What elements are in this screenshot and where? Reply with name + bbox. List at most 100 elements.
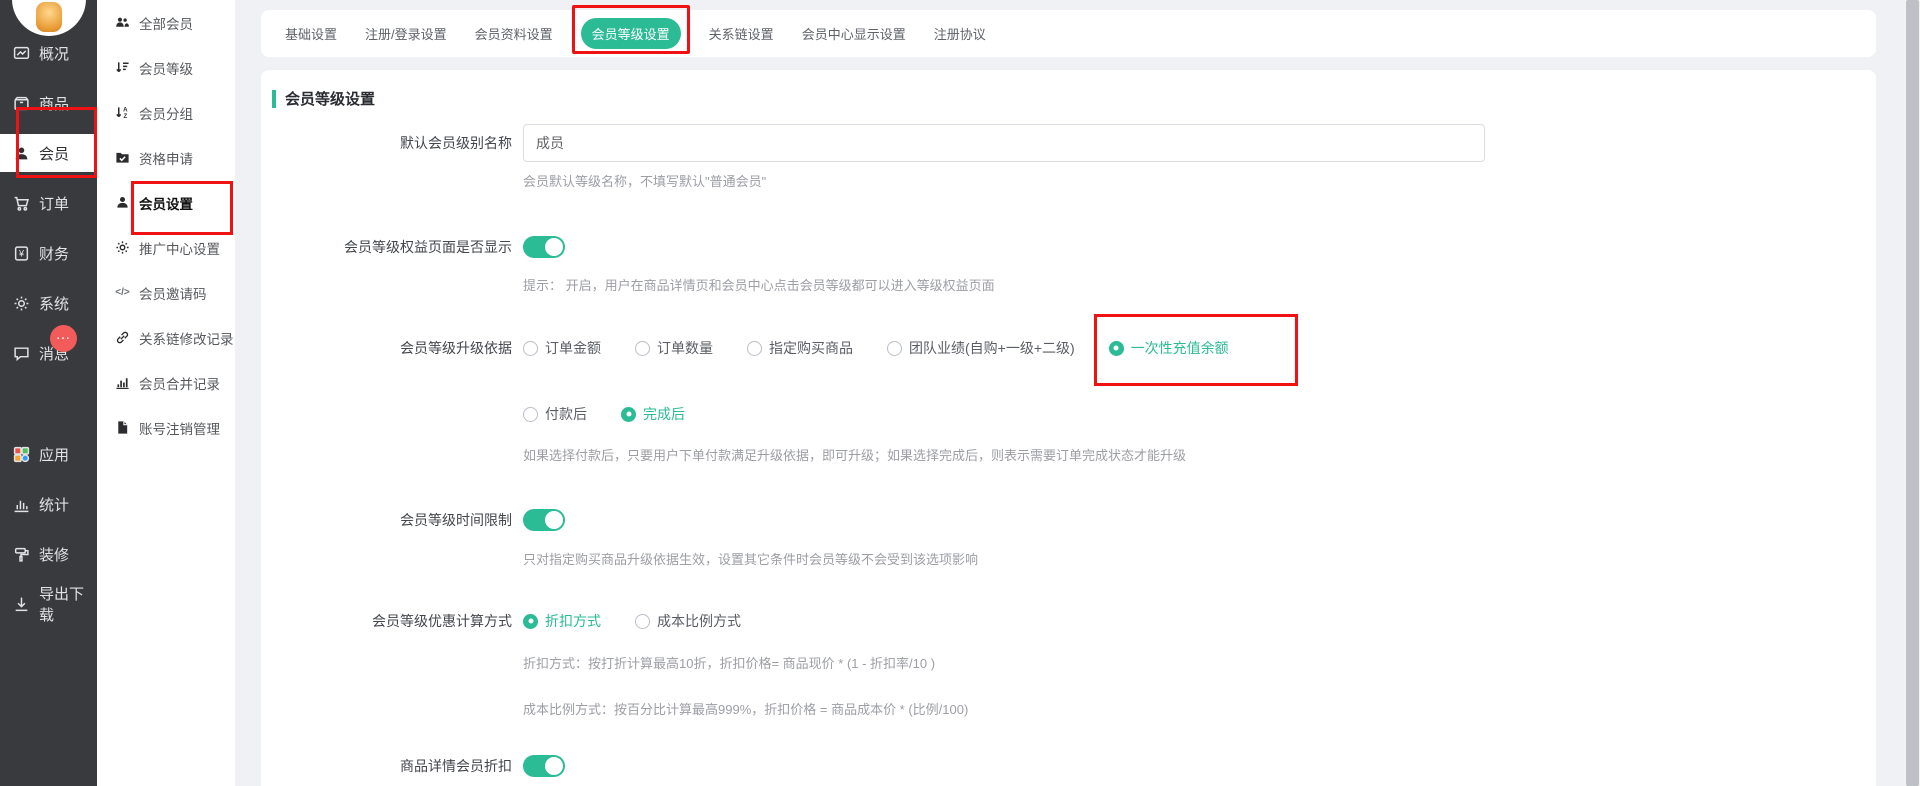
submenu-item-label: 关系链修改记录 (139, 328, 234, 348)
submenu-item-member-settings[interactable]: 会员设置 (97, 180, 235, 225)
link-icon (115, 330, 130, 345)
sidebar-item-label: 概况 (39, 43, 69, 64)
person-icon (115, 195, 130, 210)
sidebar-item-label: 订单 (39, 193, 69, 214)
form-row-time-limit: 会员等级时间限制 (272, 509, 1876, 531)
sidebar-item-label: 统计 (39, 494, 69, 515)
form-row-detail-discount: 商品详情会员折扣 (272, 755, 1876, 777)
sidebar-item-stats[interactable]: 统计 (0, 479, 97, 529)
settings-tab-bar: 基础设置 注册/登录设置 会员资料设置 会员等级设置 关系链设置 会员中心显示设… (261, 10, 1876, 57)
radio-one-time-recharge[interactable]: 一次性充值余额 (1109, 338, 1229, 358)
submenu-item-label: 会员设置 (139, 193, 193, 213)
sidebar-item-export[interactable]: 导出下载 (0, 579, 97, 629)
radio-order-amount[interactable]: 订单金额 (523, 338, 601, 358)
radio-circle (747, 341, 762, 356)
submenu-item-relation-log[interactable]: 关系链修改记录 (97, 315, 235, 360)
field-hint: 会员默认等级名称，不填写默认"普通会员" (523, 171, 1876, 190)
radio-circle (621, 407, 636, 422)
submenu-item-member-level[interactable]: 会员等级 (97, 45, 235, 90)
download-icon (13, 596, 30, 613)
form-row-upgrade-basis: 会员等级升级依据 订单金额 订单数量 指定购买商品 团队业绩(自购+一级+二级) (272, 338, 1876, 358)
sidebar-item-apps[interactable]: 应用 (0, 429, 97, 479)
section-title-bar (272, 90, 276, 108)
field-label: 会员等级优惠计算方式 (272, 611, 512, 631)
sidebar-item-label: 商品 (39, 93, 69, 114)
goods-icon (13, 95, 30, 112)
radio-circle (523, 407, 538, 422)
member-level-settings-panel: 会员等级设置 默认会员级别名称 会员默认等级名称，不填写默认"普通会员" 会员等… (261, 70, 1876, 786)
benefit-page-toggle[interactable] (523, 236, 565, 258)
sidebar-item-label: 装修 (39, 544, 69, 565)
message-badge[interactable]: … (50, 325, 77, 352)
radio-circle (523, 614, 538, 629)
overview-icon (13, 45, 30, 62)
tab-member-profile-settings[interactable]: 会员资料设置 (475, 24, 553, 43)
section-title: 会员等级设置 (272, 88, 1876, 109)
sidebar-item-decorate[interactable]: 装修 (0, 529, 97, 579)
submenu-item-invite-code[interactable]: </> 会员邀请码 (97, 270, 235, 315)
sidebar-item-label: 应用 (39, 444, 69, 465)
submenu-item-label: 会员分组 (139, 103, 193, 123)
radio-circle (635, 614, 650, 629)
field-hint: 提示： 开启，用户在商品详情页和会员中心点击会员等级都可以进入等级权益页面 (523, 275, 1876, 294)
default-level-name-input[interactable] (523, 124, 1485, 162)
radio-cost-ratio-mode[interactable]: 成本比例方式 (635, 611, 741, 631)
tab-register-agreement[interactable]: 注册协议 (934, 24, 986, 43)
submenu-item-label: 会员合并记录 (139, 373, 220, 393)
sidebar-item-orders[interactable]: 订单 (0, 178, 97, 228)
sidebar-item-label: 会员 (39, 143, 69, 164)
svg-text:¥: ¥ (18, 248, 25, 258)
nav-spacer (0, 378, 97, 429)
detail-discount-toggle[interactable] (523, 755, 565, 777)
tab-basic-settings[interactable]: 基础设置 (285, 24, 337, 43)
member-icon (13, 145, 30, 162)
time-limit-toggle[interactable] (523, 509, 565, 531)
sidebar-item-member[interactable]: 会员 (0, 134, 97, 172)
tab-relation-chain-settings[interactable]: 关系链设置 (709, 24, 774, 43)
primary-nav: 概况 商品 会员 订单 ¥ 财务 系统 消息 应用 (0, 28, 97, 629)
cart-icon (13, 195, 30, 212)
tab-member-level-settings[interactable]: 会员等级设置 (581, 18, 681, 49)
submenu-item-promotion-settings[interactable]: 推广中心设置 (97, 225, 235, 270)
sidebar-item-goods[interactable]: 商品 (0, 78, 97, 128)
radio-circle (523, 341, 538, 356)
form-row-discount-mode: 会员等级优惠计算方式 折扣方式 成本比例方式 (272, 611, 1876, 631)
tab-member-center-display-settings[interactable]: 会员中心显示设置 (802, 24, 906, 43)
radio-circle (635, 341, 650, 356)
tab-register-login-settings[interactable]: 注册/登录设置 (365, 24, 447, 43)
field-label: 会员等级升级依据 (272, 338, 512, 358)
radio-specified-goods[interactable]: 指定购买商品 (747, 338, 853, 358)
radio-after-completion[interactable]: 完成后 (621, 404, 685, 424)
scrollbar-thumb[interactable] (1906, 0, 1919, 786)
bar-chart-icon (115, 375, 130, 390)
radio-circle (887, 341, 902, 356)
field-label: 会员等级权益页面是否显示 (272, 237, 512, 257)
submenu-item-label: 会员等级 (139, 58, 193, 78)
submenu-item-member-group[interactable]: AZ 会员分组 (97, 90, 235, 135)
submenu-item-label: 推广中心设置 (139, 238, 220, 258)
submenu-item-account-cancel[interactable]: 账号注销管理 (97, 405, 235, 450)
field-label: 会员等级时间限制 (272, 510, 512, 530)
page-scrollbar[interactable] (1905, 0, 1920, 786)
az-sort-icon: AZ (115, 105, 130, 120)
submenu-item-label: 全部会员 (139, 13, 193, 33)
finance-icon: ¥ (13, 245, 30, 262)
field-label: 商品详情会员折扣 (272, 756, 512, 776)
form-row-benefit-page: 会员等级权益页面是否显示 (272, 236, 1876, 258)
sidebar-item-messages[interactable]: 消息 (0, 328, 97, 378)
radio-order-count[interactable]: 订单数量 (635, 338, 713, 358)
gear-icon (115, 240, 130, 255)
radio-team-performance[interactable]: 团队业绩(自购+一级+二级) (887, 338, 1075, 358)
radio-after-payment[interactable]: 付款后 (523, 404, 587, 424)
submenu-item-merge-log[interactable]: 会员合并记录 (97, 360, 235, 405)
field-hint: 折扣方式：按打折计算最高10折，折扣价格= 商品现价 * (1 - 折扣率/10… (523, 653, 1876, 672)
sidebar-item-system[interactable]: 系统 (0, 278, 97, 328)
sidebar-item-finance[interactable]: ¥ 财务 (0, 228, 97, 278)
field-label: 默认会员级别名称 (272, 133, 512, 153)
radio-discount-mode[interactable]: 折扣方式 (523, 611, 601, 631)
file-icon (115, 420, 130, 435)
submenu-item-qualification[interactable]: 资格申请 (97, 135, 235, 180)
submenu-item-all-members[interactable]: 全部会员 (97, 0, 235, 45)
form-row-upgrade-timing: 付款后 完成后 (272, 404, 1876, 424)
sidebar-item-overview[interactable]: 概况 (0, 28, 97, 78)
